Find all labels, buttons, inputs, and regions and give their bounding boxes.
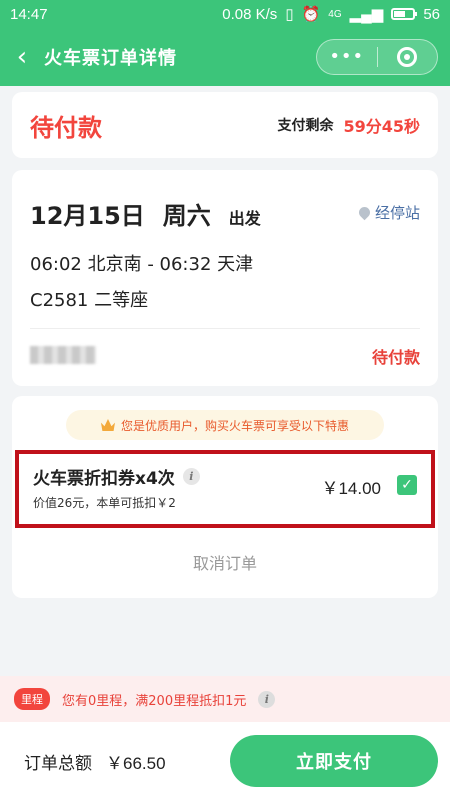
stops-link-label: 经停站 — [374, 204, 420, 222]
total-label: 订单总额 — [24, 753, 92, 774]
net-speed: 0.08 K/s — [222, 5, 278, 23]
trip-date-row: 12月15日 周六 出发 — [30, 196, 261, 231]
mileage-bar: 里程 您有0里程，满200里程抵扣1元 i — [0, 676, 450, 722]
pay-remain-label: 支付剩余 — [277, 118, 334, 134]
mini-program-capsule: ••• — [316, 39, 438, 75]
page-title: 火车票订单详情 — [44, 48, 177, 69]
trip-train-seat: C2581 二等座 — [30, 290, 149, 311]
status-time: 14:47 — [10, 5, 48, 23]
vip-banner-text: 您是优质用户，购买火车票可享受以下特惠 — [120, 418, 349, 433]
trip-weekday: 周六 — [162, 202, 211, 230]
more-button[interactable]: ••• — [317, 39, 377, 75]
status-right: 0.08 K/s ▯ ⏰ 4G ▂▄▆ 56 — [222, 5, 440, 24]
check-icon: ✓ — [401, 477, 413, 493]
coupon-subtitle: 价值26元，本单可抵扣￥2 — [33, 496, 176, 510]
back-button[interactable]: ‹ — [0, 28, 44, 86]
signal-bars-icon: ▂▄▆ — [349, 6, 384, 23]
battery-level: 56 — [423, 5, 440, 23]
nav-bar: ‹ 火车票订单详情 ••• — [0, 28, 450, 86]
coupon-title: 火车票折扣券x4次 — [33, 469, 175, 489]
order-status-card: 待付款 支付剩余 59分45秒 — [12, 92, 438, 158]
stops-link[interactable]: 经停站 — [356, 202, 420, 223]
trip-date: 12月15日 — [30, 202, 145, 230]
order-state: 待付款 — [30, 113, 102, 142]
coupon-row[interactable]: 火车票折扣券x4次 i 价值26元，本单可抵扣￥2 ￥14.00 ✓ — [15, 450, 435, 528]
pay-countdown: 59分45秒 — [343, 117, 420, 136]
coupon-checkbox[interactable]: ✓ — [397, 475, 417, 495]
crown-icon — [100, 419, 115, 431]
divider — [30, 328, 420, 329]
trip-depart-label: 出发 — [228, 209, 261, 228]
coupon-title-row: 火车票折扣券x4次 i — [33, 464, 200, 489]
vibrate-icon: ▯ — [285, 6, 294, 23]
battery-icon — [391, 8, 418, 20]
chevron-left-icon: ‹ — [16, 42, 28, 72]
coupon-price: ￥14.00 — [321, 479, 381, 498]
status-bar: 14:47 0.08 K/s ▯ ⏰ 4G ▂▄▆ 56 — [0, 0, 450, 28]
checkout-footer: 订单总额 ￥66.50 立即支付 — [0, 722, 450, 800]
close-button[interactable] — [378, 47, 438, 67]
alarm-icon: ⏰ — [301, 6, 321, 23]
location-pin-icon — [356, 204, 373, 221]
signal-icon: 4G — [328, 8, 342, 20]
trip-card: 12月15日 周六 出发 经停站 06:02 北京南 - 06:32 天津 C2… — [12, 170, 438, 386]
mileage-text: 您有0里程，满200里程抵扣1元 — [62, 693, 247, 709]
info-icon[interactable]: i — [182, 468, 200, 485]
pay-now-button[interactable]: 立即支付 — [230, 735, 438, 787]
cancel-order-button[interactable]: 取消订单 — [12, 550, 438, 574]
target-icon — [397, 47, 418, 67]
passenger-name-redacted — [30, 346, 96, 364]
offer-card: 您是优质用户，购买火车票可享受以下特惠 火车票折扣券x4次 i 价值26元，本单… — [12, 396, 438, 598]
trip-route: 06:02 北京南 - 06:32 天津 — [30, 254, 254, 275]
vip-banner: 您是优质用户，购买火车票可享受以下特惠 — [66, 410, 384, 440]
info-icon[interactable]: i — [258, 690, 276, 708]
total-amount: ￥66.50 — [106, 753, 166, 773]
mileage-badge: 里程 — [14, 688, 50, 710]
passenger-status: 待付款 — [371, 348, 420, 367]
